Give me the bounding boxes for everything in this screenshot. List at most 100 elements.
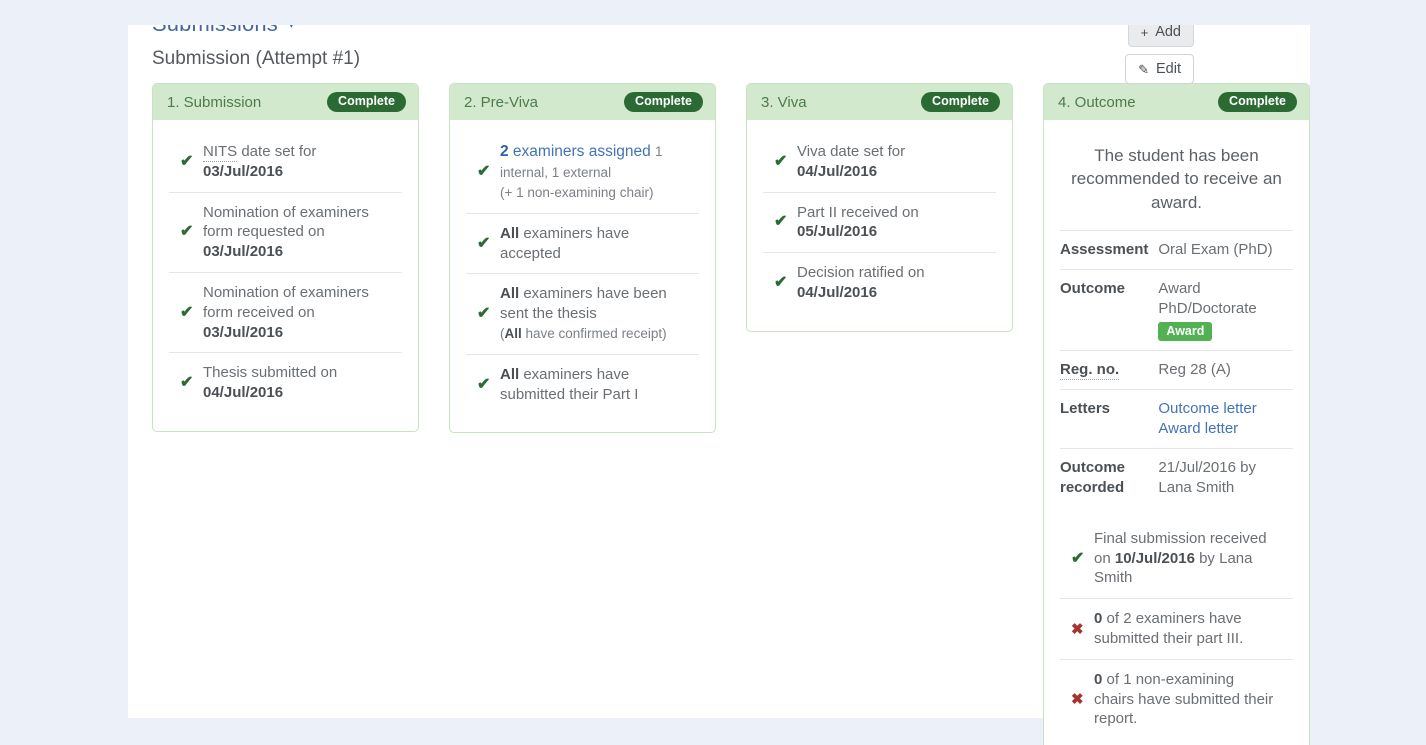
checklist-text: Nomination of examiners form requested o…: [203, 203, 386, 262]
checklist-text-part: examiners have been sent the thesis: [500, 285, 667, 322]
checklist-item: ✔ Final submission received on 10/Jul/20…: [1060, 513, 1293, 598]
card-body: ✔ NITS date set for 03/Jul/2016 ✔ Nomina…: [153, 120, 418, 431]
edit-button[interactable]: ✎ Edit: [1125, 54, 1194, 84]
checklist-text: All examiners have submitted their Part …: [500, 365, 683, 405]
page-title: Submission (Attempt #1): [152, 48, 360, 70]
outcome-value-text: Award PhD/Doctorate: [1158, 280, 1256, 317]
checklist-qualifier: All: [500, 225, 519, 242]
award-badge: Award: [1158, 322, 1212, 342]
checklist-date: 04/Jul/2016: [203, 384, 283, 401]
checklist-text-part: Thesis submitted on: [203, 364, 337, 381]
stage-card-outcome: 4. Outcome Complete The student has been…: [1043, 83, 1310, 745]
detail-value: Award PhD/Doctorate Award: [1158, 269, 1293, 350]
add-button-label: Add: [1155, 25, 1181, 40]
subtext-qualifier: All: [505, 326, 522, 341]
check-icon: ✔: [169, 305, 203, 321]
card-title: 1. Submission: [167, 94, 261, 111]
plus-icon: +: [1141, 26, 1149, 39]
checklist-text: 2 examiners assigned 1 internal, 1 exter…: [500, 142, 683, 203]
table-row: Outcome recorded 21/Jul/2016 by Lana Smi…: [1060, 448, 1293, 506]
table-row: Outcome Award PhD/Doctorate Award: [1060, 269, 1293, 350]
examiners-count: 2: [500, 143, 509, 160]
stage-card-submission: 1. Submission Complete ✔ NITS date set f…: [152, 83, 419, 432]
check-icon: ✔: [763, 214, 797, 230]
pencil-icon: ✎: [1138, 63, 1149, 76]
checklist-text: 0 of 2 examiners have submitted their pa…: [1094, 609, 1277, 649]
detail-key: Outcome recorded: [1060, 448, 1158, 506]
checklist-item: ✖ 0 of 2 examiners have submitted their …: [1060, 598, 1293, 659]
edit-button-label: Edit: [1156, 62, 1181, 77]
checklist-item: ✔ Decision ratified on 04/Jul/2016: [763, 252, 996, 313]
checklist-text-part: Nomination of examiners form received on: [203, 284, 369, 321]
detail-value: Outcome letter Award letter: [1158, 390, 1293, 449]
detail-key: Outcome: [1060, 269, 1158, 350]
reg-no-abbr[interactable]: Reg. no.: [1060, 361, 1119, 380]
checklist-qualifier: All: [500, 366, 519, 383]
card-header: 1. Submission Complete: [153, 84, 418, 120]
checklist-text-part: examiners have submitted their Part I: [500, 366, 638, 403]
check-icon: ✔: [763, 154, 797, 170]
detail-value: Oral Exam (PhD): [1158, 230, 1293, 269]
cross-icon: ✖: [1060, 692, 1094, 707]
table-row: Reg. no. Reg 28 (A): [1060, 351, 1293, 390]
cross-icon: ✖: [1060, 622, 1094, 637]
check-icon: ✔: [763, 275, 797, 291]
table-row: Letters Outcome letter Award letter: [1060, 390, 1293, 449]
card-header: 3. Viva Complete: [747, 84, 1012, 120]
checklist-text: NITS date set for 03/Jul/2016: [203, 142, 386, 182]
nits-abbr[interactable]: NITS: [203, 143, 237, 162]
outcome-details-table: Assessment Oral Exam (PhD) Outcome Award…: [1060, 230, 1293, 507]
panel-actions: + Add ✎ Edit: [1125, 17, 1194, 84]
checklist-date: 03/Jul/2016: [203, 163, 283, 180]
checklist-item: ✖ 0 of 1 non-examining chairs have submi…: [1060, 659, 1293, 739]
checklist-text: Part II received on 05/Jul/2016: [797, 203, 980, 243]
card-header: 2. Pre-Viva Complete: [450, 84, 715, 120]
examiners-assigned-link[interactable]: 2 examiners assigned: [500, 143, 651, 160]
table-row: Assessment Oral Exam (PhD): [1060, 230, 1293, 269]
subtext-rest: have confirmed receipt): [522, 326, 667, 341]
checklist-text: Final submission received on 10/Jul/2016…: [1094, 529, 1277, 588]
check-icon: ✔: [466, 377, 500, 393]
card-header: 4. Outcome Complete: [1044, 84, 1309, 120]
checklist-item: ✔ All examiners have accepted: [466, 213, 699, 274]
checklist-item: ✔ All examiners have submitted their Par…: [466, 354, 699, 415]
checklist-date: 04/Jul/2016: [797, 163, 877, 180]
card-body: ✔ Viva date set for 04/Jul/2016 ✔ Part I…: [747, 120, 1012, 331]
checklist-date: 03/Jul/2016: [203, 324, 283, 341]
checklist-date: 04/Jul/2016: [797, 284, 877, 301]
checklist-date: 03/Jul/2016: [203, 243, 283, 260]
award-letter-link[interactable]: Award letter: [1158, 419, 1289, 439]
check-icon: ✔: [169, 224, 203, 240]
stage-card-pre-viva: 2. Pre-Viva Complete ✔ 2 examiners assig…: [449, 83, 716, 433]
checklist-item: ✔ 2 examiners assigned 1 internal, 1 ext…: [466, 130, 699, 213]
status-suffix: of 2 examiners have submitted their part…: [1094, 610, 1243, 647]
card-title: 3. Viva: [761, 94, 807, 111]
outcome-status-rows: ✔ Final submission received on 10/Jul/20…: [1044, 513, 1309, 739]
status-badge: Complete: [1218, 92, 1297, 112]
card-body: The student has been recommended to rece…: [1044, 120, 1309, 745]
status-badge: Complete: [921, 92, 1000, 112]
checklist-text-part: date set for: [237, 143, 316, 160]
examiners-assigned-label: examiners assigned: [509, 143, 651, 160]
sticky-top-bar: [0, 0, 1426, 25]
checklist-text-part: Part II received on: [797, 204, 919, 221]
checklist-item: ✔ Part II received on 05/Jul/2016: [763, 192, 996, 253]
checklist-text: Decision ratified on 04/Jul/2016: [797, 263, 980, 303]
status-badge: Complete: [624, 92, 703, 112]
check-icon: ✔: [466, 164, 500, 180]
outcome-message: The student has been recommended to rece…: [1044, 130, 1309, 230]
checklist-text: All examiners have accepted: [500, 224, 683, 264]
checklist-text: Thesis submitted on 04/Jul/2016: [203, 363, 386, 403]
checklist-qualifier: All: [500, 285, 519, 302]
checklist-text: All examiners have been sent the thesis …: [500, 284, 683, 343]
checklist-item: ✔ Thesis submitted on 04/Jul/2016: [169, 352, 402, 413]
outcome-letter-link[interactable]: Outcome letter: [1158, 399, 1289, 419]
checklist-text: Viva date set for 04/Jul/2016: [797, 142, 980, 182]
checklist-item: ✔ All examiners have been sent the thesi…: [466, 273, 699, 353]
content-panel: Submissions▾ + Add ✎ Edit Submission (At…: [128, 25, 1310, 718]
check-icon: ✔: [169, 154, 203, 170]
detail-value: Reg 28 (A): [1158, 351, 1293, 390]
checklist-text-part: Decision ratified on: [797, 264, 925, 281]
checklist-subtext: (All have confirmed receipt): [500, 326, 667, 341]
card-body: ✔ 2 examiners assigned 1 internal, 1 ext…: [450, 120, 715, 432]
